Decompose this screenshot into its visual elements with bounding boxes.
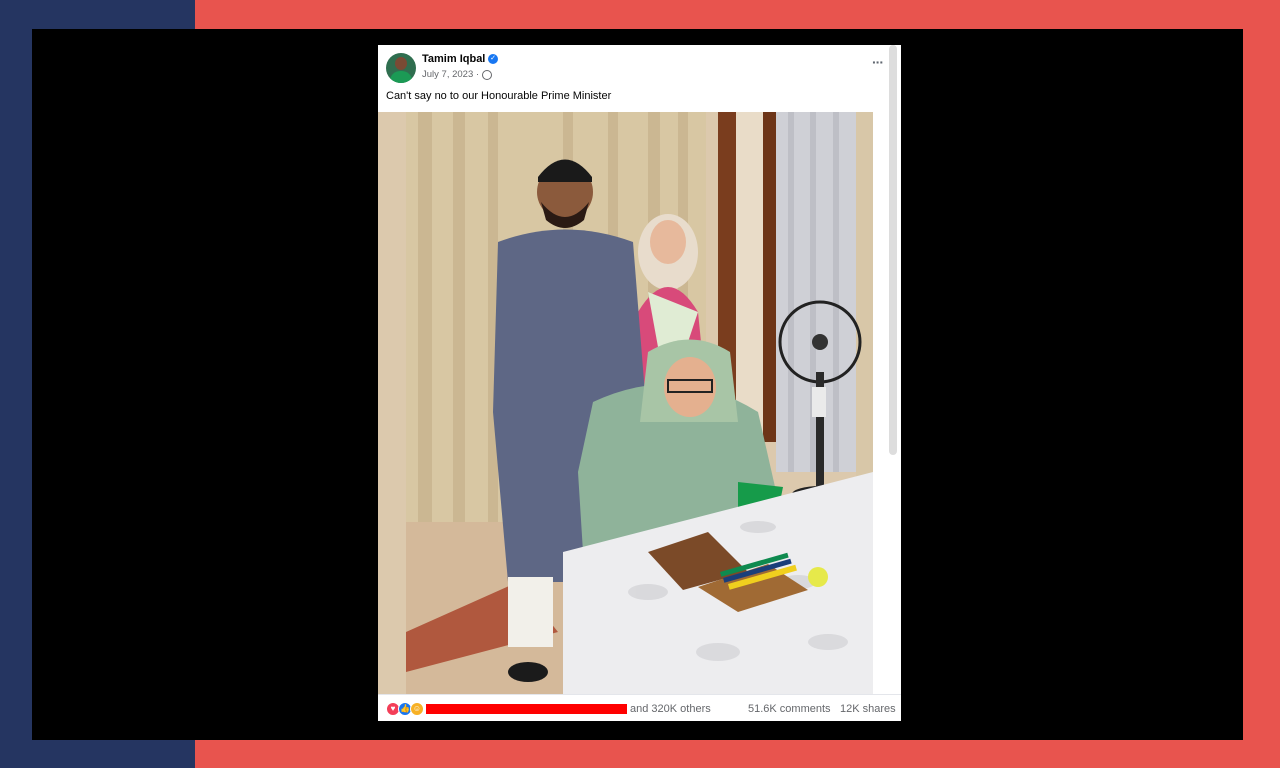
comments-count[interactable]: 51.6K comments [748, 703, 831, 715]
more-options-button[interactable]: ··· [872, 54, 884, 70]
verified-badge-icon: ✓ [488, 54, 498, 64]
post-photo[interactable] [378, 112, 873, 694]
post-date[interactable]: July 7, 2023 · [422, 69, 479, 80]
post-header: Tamim Iqbal ✓ July 7, 2023 · ··· Can't s… [378, 45, 901, 112]
shares-count[interactable]: 12K shares [840, 703, 896, 715]
redacted-names-bar [426, 704, 627, 714]
post-caption: Can't say no to our Honourable Prime Min… [386, 90, 612, 102]
facebook-post: Tamim Iqbal ✓ July 7, 2023 · ··· Can't s… [378, 45, 901, 721]
globe-icon [482, 70, 492, 80]
avatar-shirt [390, 71, 412, 83]
avatar-head [395, 57, 407, 70]
reactions-bar: ♥ 👍 ☺ and 320K others 51.6K comments 12K… [378, 694, 901, 721]
scrollbar[interactable] [889, 45, 897, 455]
reactions-count[interactable]: and 320K others [630, 703, 711, 715]
care-reaction-icon[interactable]: ☺ [410, 702, 424, 716]
avatar[interactable] [386, 53, 416, 83]
author-name[interactable]: Tamim Iqbal [422, 53, 485, 65]
